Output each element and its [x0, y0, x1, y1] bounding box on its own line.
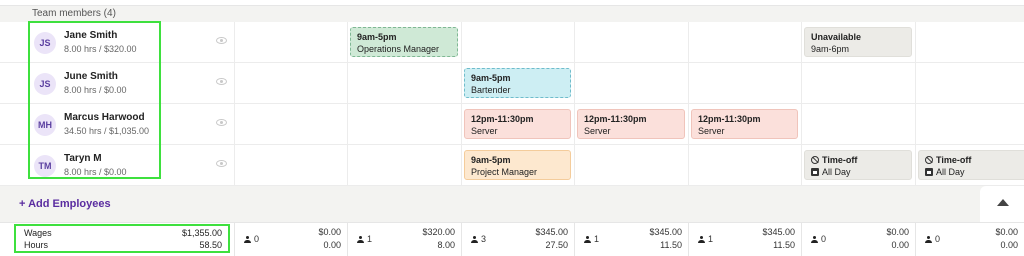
staff-count: 1: [594, 234, 600, 244]
total-wages: $1,355.00: [181, 228, 222, 238]
staff-count: 1: [708, 234, 714, 244]
shift-role: Server: [584, 126, 611, 136]
team-members-header: Team members (4): [0, 6, 1024, 22]
day-wages: $320.00: [422, 227, 455, 237]
time-off-taryn[interactable]: Time-off All Day: [804, 150, 912, 180]
day-wages: $345.00: [535, 227, 568, 237]
shift-time: 9am-5pm: [357, 32, 397, 42]
shift-role: Bartender: [471, 85, 511, 95]
day-hours: 8.00: [437, 240, 455, 250]
ban-icon: [925, 156, 933, 164]
time-off-duration: All Day: [936, 167, 965, 177]
add-employees-button[interactable]: + Add Employees: [19, 198, 111, 210]
person-icon: [584, 236, 591, 243]
staff-count: 0: [935, 234, 941, 244]
wages-label: Wages: [24, 228, 52, 238]
shift-jane-operations-manager[interactable]: 9am-5pm Operations Manager: [350, 27, 458, 57]
shift-marcus-server[interactable]: 12pm-11:30pm Server: [464, 109, 571, 139]
shift-marcus-server[interactable]: 12pm-11:30pm Server: [691, 109, 798, 139]
day-total: 1 $320.00 8.00: [347, 225, 461, 253]
day-hours: 11.50: [773, 240, 795, 250]
person-icon: [357, 236, 364, 243]
unavailable-label: Unavailable: [811, 32, 862, 42]
day-hours: 0.00: [891, 240, 909, 250]
day-wages: $345.00: [762, 227, 795, 237]
person-icon: [811, 236, 818, 243]
time-off-label: Time-off: [936, 155, 972, 165]
footer-totals: Wages Hours $1,355.00 58.50 0 $0.00 0.00…: [0, 222, 1024, 256]
day-total: 1 $345.00 11.50: [574, 225, 688, 253]
day-total: 3 $345.00 27.50: [461, 225, 574, 253]
eye-icon[interactable]: [216, 78, 227, 85]
day-hours: 0.00: [1000, 240, 1018, 250]
calendar-icon: [925, 168, 933, 176]
ban-icon: [811, 156, 819, 164]
staff-count: 0: [821, 234, 827, 244]
day-wages: $345.00: [649, 227, 682, 237]
unavailable-time: 9am-6pm: [811, 44, 850, 54]
eye-icon[interactable]: [216, 119, 227, 126]
day-total: 0 $0.00 0.00: [915, 225, 1024, 253]
staff-count: 0: [254, 234, 260, 244]
day-total: 0 $0.00 0.00: [801, 225, 915, 253]
shift-june-bartender[interactable]: 9am-5pm Bartender: [464, 68, 571, 98]
shift-time: 12pm-11:30pm: [471, 114, 534, 124]
shift-marcus-server[interactable]: 12pm-11:30pm Server: [577, 109, 685, 139]
time-off-duration: All Day: [822, 167, 851, 177]
shift-time: 9am-5pm: [471, 73, 511, 83]
person-icon: [925, 236, 932, 243]
day-wages: $0.00: [318, 227, 341, 237]
person-icon: [698, 236, 705, 243]
chevron-up-icon[interactable]: [980, 186, 1024, 222]
shift-time: 12pm-11:30pm: [584, 114, 647, 124]
day-hours: 0.00: [323, 240, 341, 250]
eye-icon[interactable]: [216, 160, 227, 167]
day-hours: 11.50: [660, 240, 682, 250]
time-off-taryn[interactable]: Time-off All Day: [918, 150, 1024, 180]
shift-role: Server: [471, 126, 498, 136]
calendar-icon: [811, 168, 819, 176]
staff-count: 1: [367, 234, 373, 244]
person-icon: [244, 236, 251, 243]
hours-label: Hours: [24, 240, 49, 250]
shift-role: Operations Manager: [357, 44, 440, 54]
shift-time: 9am-5pm: [471, 155, 511, 165]
eye-icon[interactable]: [216, 37, 227, 44]
totals-summary: Wages Hours $1,355.00 58.50: [14, 224, 230, 253]
members-highlight-box: [28, 21, 161, 179]
day-wages: $0.00: [995, 227, 1018, 237]
day-total: 1 $345.00 11.50: [688, 225, 801, 253]
person-icon: [471, 236, 478, 243]
shift-taryn-project-manager[interactable]: 9am-5pm Project Manager: [464, 150, 571, 180]
total-hours: 58.50: [199, 240, 222, 250]
unavailability-jane[interactable]: Unavailable 9am-6pm: [804, 27, 912, 57]
shift-role: Server: [698, 126, 725, 136]
day-total: 0 $0.00 0.00: [234, 225, 347, 253]
staff-count: 3: [481, 234, 487, 244]
add-employees-bar: + Add Employees: [0, 186, 1024, 222]
time-off-label: Time-off: [822, 155, 858, 165]
day-wages: $0.00: [886, 227, 909, 237]
shift-time: 12pm-11:30pm: [698, 114, 761, 124]
shift-role: Project Manager: [471, 167, 538, 177]
day-hours: 27.50: [545, 240, 568, 250]
